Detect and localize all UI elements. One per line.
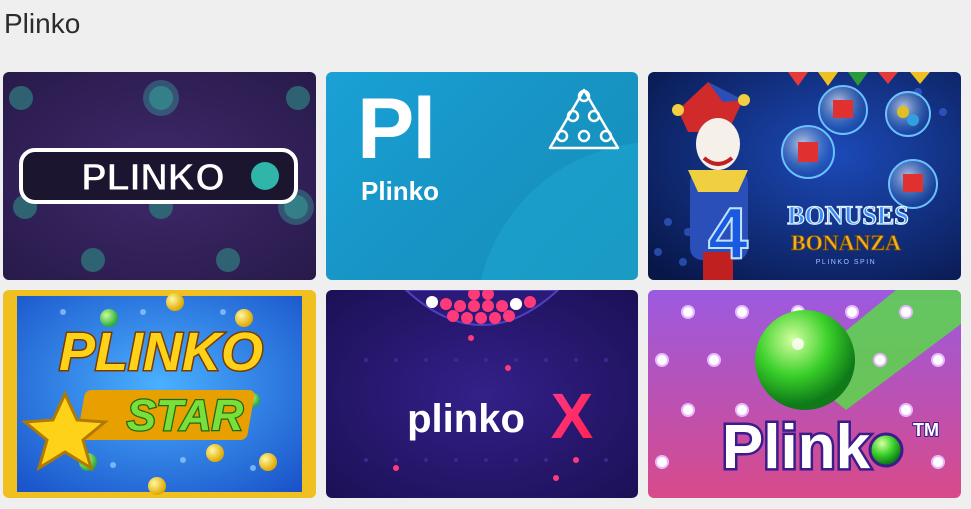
plinko-tm-logo-text: Plink bbox=[722, 413, 871, 482]
plinko-star-title-line1: PLINKO bbox=[59, 322, 263, 382]
game-tile-plinko-x[interactable]: plinko X bbox=[326, 290, 638, 498]
plinko-x-logo-text: plinko bbox=[407, 397, 525, 441]
bonanza-subtitle: PLINKO SPIN bbox=[816, 259, 876, 266]
page-title: Plinko bbox=[4, 8, 81, 39]
game-abbreviation: Pl bbox=[357, 81, 436, 177]
game-tile-plinko-generic[interactable]: Pl Plinko bbox=[326, 72, 638, 280]
plinko-x-logo-mark: X bbox=[551, 380, 594, 452]
game-tile-plinko[interactable]: PLINKO bbox=[3, 72, 316, 280]
plinko-star-tile-art: PLINKO STAR bbox=[3, 290, 316, 498]
plinko-tile-art: PLINKO bbox=[3, 72, 316, 280]
games-grid: PLINKO Pl Plinko 4 BONUSES BONANZA PLINK… bbox=[3, 72, 961, 498]
bonanza-title-line2: BONANZA bbox=[791, 230, 901, 255]
plinko-x-tile-art: plinko X bbox=[326, 290, 638, 498]
plinko-tm-tile-art: Plink TM bbox=[648, 290, 961, 498]
game-tile-plinko-tm[interactable]: Plink TM bbox=[648, 290, 961, 498]
plinko-star-title-line2: STAR bbox=[127, 391, 244, 440]
game-tile-plinko-star[interactable]: PLINKO STAR bbox=[3, 290, 316, 498]
bonanza-number: 4 bbox=[708, 194, 748, 274]
game-name: Plinko bbox=[361, 176, 440, 206]
bonanza-tile-art: 4 BONUSES BONANZA PLINKO SPIN bbox=[648, 72, 961, 280]
game-tile-bonuses-bonanza[interactable]: 4 BONUSES BONANZA PLINKO SPIN bbox=[648, 72, 961, 280]
plinko-logo-text: PLINKO bbox=[81, 157, 225, 199]
plinko-pyramid-icon bbox=[548, 88, 620, 150]
trademark-symbol: TM bbox=[913, 420, 939, 440]
bonanza-title-line1: BONUSES bbox=[787, 201, 908, 230]
